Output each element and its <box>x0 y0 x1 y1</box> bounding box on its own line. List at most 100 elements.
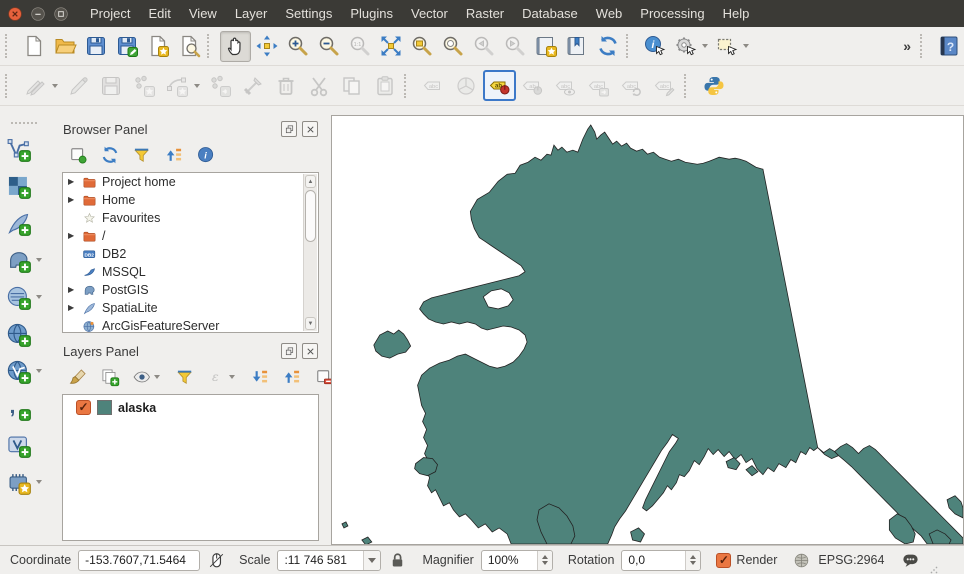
layers-funnel-button[interactable] <box>174 366 195 387</box>
new-project-button[interactable] <box>18 31 49 62</box>
browser-panel-close-button[interactable] <box>302 121 318 137</box>
toolbar-separator[interactable] <box>207 34 215 58</box>
identify-features-button[interactable]: i <box>639 31 670 62</box>
scroll-down-button[interactable]: ▼ <box>305 317 316 330</box>
expand-arrow-icon[interactable]: ▶ <box>68 281 77 299</box>
add-mssql-layer-button[interactable] <box>5 283 45 311</box>
show-bookmarks-button[interactable] <box>561 31 592 62</box>
expand-arrow-icon[interactable]: ▶ <box>68 227 77 245</box>
resize-grip[interactable] <box>929 564 939 574</box>
layers-add-group-button[interactable] <box>99 366 120 387</box>
menu-project[interactable]: Project <box>81 0 139 27</box>
pan-map-button[interactable] <box>220 31 251 62</box>
scale-dropdown-caret[interactable] <box>363 551 380 570</box>
digitize-point-button[interactable] <box>127 70 160 101</box>
zoom-next-button[interactable] <box>499 31 530 62</box>
select-features-button[interactable] <box>711 31 742 62</box>
vertex-tool-button[interactable] <box>236 70 269 101</box>
layers-epsilon-caret[interactable] <box>229 375 235 379</box>
layer-row-alaska[interactable]: ✓ alaska <box>63 395 318 415</box>
browser-item-postgis[interactable]: ▶PostGIS <box>63 281 318 299</box>
browser-funnel-button[interactable] <box>131 144 152 165</box>
window-close-button[interactable] <box>7 6 23 22</box>
move-feature-button[interactable] <box>203 70 236 101</box>
browser-map-refresh-button[interactable] <box>99 144 120 165</box>
render-checkbox[interactable]: ✓ <box>716 553 731 568</box>
toolbar-separator[interactable] <box>5 74 13 98</box>
layers-epsilon-button[interactable]: ε <box>206 366 227 387</box>
crs-globe-icon[interactable] <box>792 551 811 570</box>
layers-paintbrush-button[interactable] <box>67 366 88 387</box>
layers-collapse-tree-button[interactable] <box>281 366 302 387</box>
menu-help[interactable]: Help <box>714 0 759 27</box>
help-button[interactable]: ? <box>933 31 964 62</box>
layout-manager-button[interactable] <box>173 31 204 62</box>
messages-button[interactable] <box>901 551 920 570</box>
new-print-layout-button[interactable] <box>142 31 173 62</box>
toolbar-separator[interactable] <box>626 34 634 58</box>
paste-features-button[interactable] <box>368 70 401 101</box>
save-layer-edits-button[interactable] <box>94 70 127 101</box>
cut-features-button[interactable] <box>302 70 335 101</box>
browser-item-db2[interactable]: DB2DB2 <box>63 245 318 263</box>
zoom-in-button[interactable] <box>282 31 313 62</box>
unpin-labels-button[interactable]: ab <box>516 70 549 101</box>
add-postgis-layer-dropdown-caret[interactable] <box>36 258 42 262</box>
rotation-spin-buttons[interactable] <box>685 551 700 570</box>
new-bookmark-button[interactable] <box>530 31 561 62</box>
menu-processing[interactable]: Processing <box>631 0 713 27</box>
menu-edit[interactable]: Edit <box>139 0 179 27</box>
change-label-button[interactable]: abc <box>648 70 681 101</box>
browser-item-project-home[interactable]: ▶Project home <box>63 173 318 191</box>
pin-labels-button[interactable]: ab <box>483 70 516 101</box>
copy-features-button[interactable] <box>335 70 368 101</box>
add-postgis-layer-button[interactable] <box>5 246 45 274</box>
expand-arrow-icon[interactable]: ▶ <box>68 299 77 317</box>
show-hide-labels-button[interactable]: abc <box>549 70 582 101</box>
layers-panel-close-button[interactable] <box>302 343 318 359</box>
menu-raster[interactable]: Raster <box>457 0 513 27</box>
browser-info-blue-button[interactable]: i <box>195 144 216 165</box>
lock-scale-icon[interactable] <box>388 551 407 570</box>
browser-item-home[interactable]: ▶Home <box>63 191 318 209</box>
add-mssql-layer-dropdown-caret[interactable] <box>36 295 42 299</box>
digitize-curve-dropdown-caret[interactable] <box>194 84 200 88</box>
magnifier-spinbox[interactable]: 100% <box>481 550 553 571</box>
menu-layer[interactable]: Layer <box>226 0 277 27</box>
scroll-up-button[interactable]: ▲ <box>305 175 316 188</box>
rotate-label-button[interactable]: abc <box>615 70 648 101</box>
magnifier-spin-buttons[interactable] <box>537 551 552 570</box>
toolbar-separator[interactable] <box>5 34 13 58</box>
zoom-to-selection-button[interactable] <box>406 31 437 62</box>
save-project-button[interactable] <box>80 31 111 62</box>
coordinate-input[interactable]: -153.7607,71.5464 <box>78 550 200 571</box>
toolbar-separator[interactable] <box>684 74 692 98</box>
menu-database[interactable]: Database <box>513 0 587 27</box>
add-wfs-layer-button[interactable] <box>5 357 45 385</box>
browser-panel-float-button[interactable] <box>281 121 297 137</box>
run-feature-action-dropdown-caret[interactable] <box>702 44 708 48</box>
toggle-editing-button[interactable] <box>61 70 94 101</box>
expand-arrow-icon[interactable]: ▶ <box>68 173 77 191</box>
menu-vector[interactable]: Vector <box>402 0 457 27</box>
menu-plugins[interactable]: Plugins <box>341 0 402 27</box>
delete-selected-button[interactable] <box>269 70 302 101</box>
add-spatialite-layer-button[interactable] <box>5 209 32 237</box>
add-wfs-layer-dropdown-caret[interactable] <box>36 369 42 373</box>
run-feature-action-button[interactable] <box>670 31 701 62</box>
pan-to-selection-button[interactable] <box>251 31 282 62</box>
add-wms-layer-button[interactable] <box>5 320 32 348</box>
new-memory-layer-button[interactable] <box>5 468 45 496</box>
zoom-full-button[interactable] <box>375 31 406 62</box>
move-label-button[interactable]: abc <box>582 70 615 101</box>
scale-combobox[interactable]: :11 746 581 <box>277 550 381 571</box>
layer-labeling-button[interactable]: abc <box>417 70 450 101</box>
crs-status[interactable]: EPSG:2964 <box>818 553 884 567</box>
add-vector-layer-button[interactable] <box>5 135 32 163</box>
menu-web[interactable]: Web <box>587 0 632 27</box>
toolbar-separator[interactable] <box>920 34 928 58</box>
layers-eye-caret[interactable] <box>154 375 160 379</box>
save-project-as-button[interactable] <box>111 31 142 62</box>
open-project-button[interactable] <box>49 31 80 62</box>
expand-arrow-icon[interactable]: ▶ <box>68 191 77 209</box>
